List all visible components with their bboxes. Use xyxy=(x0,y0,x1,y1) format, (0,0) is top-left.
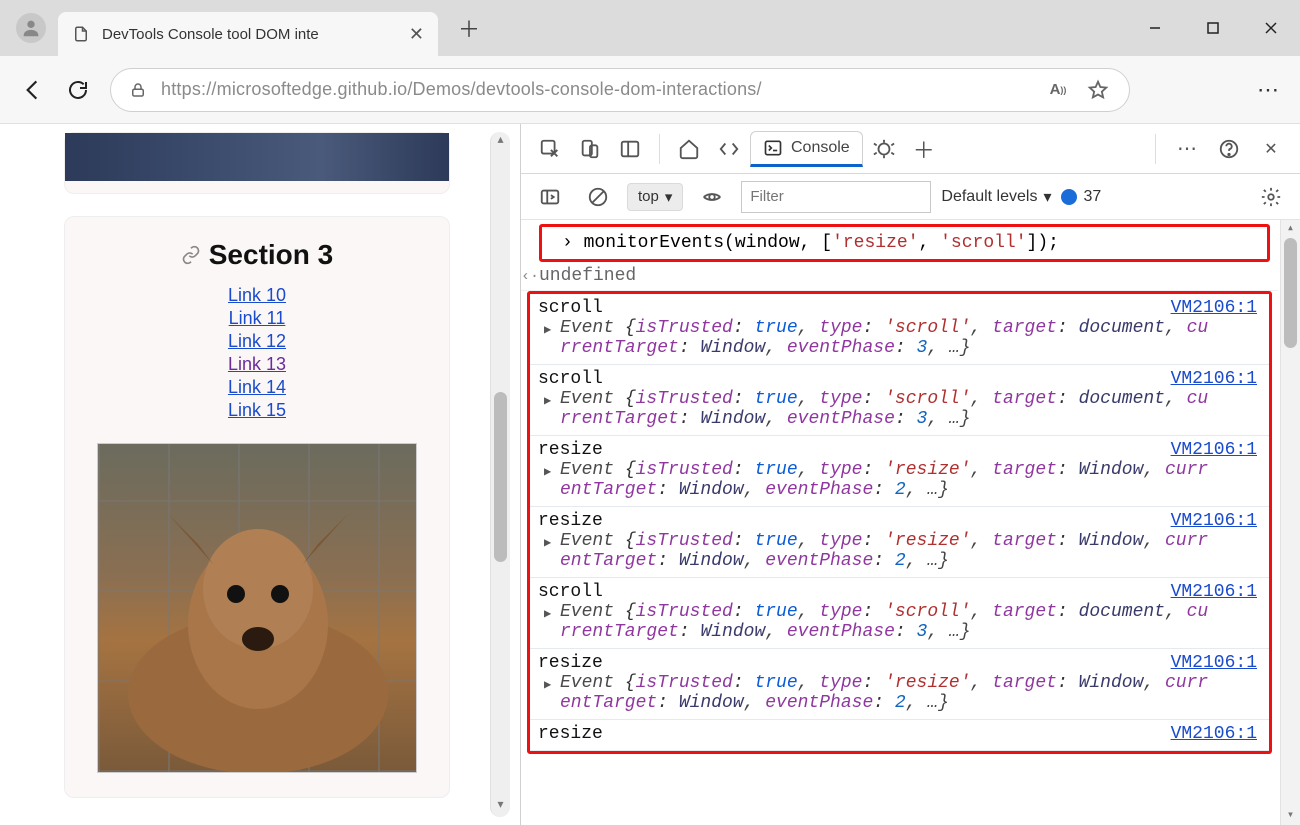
tab-close-icon[interactable]: ✕ xyxy=(409,24,424,45)
device-emulation-icon[interactable] xyxy=(571,132,609,166)
return-arrow-icon: ‹· xyxy=(521,268,539,285)
console-event-row: resizeVM2106:1 xyxy=(530,720,1269,751)
url-text: https://microsoftedge.github.io/Demos/de… xyxy=(161,79,1031,100)
console-return-text: undefined xyxy=(539,266,1268,286)
expand-triangle-icon[interactable]: ▶ xyxy=(544,606,551,621)
refresh-button[interactable] xyxy=(64,76,92,104)
devtools-tabbar: Console ＋ ⋯ ✕ xyxy=(521,124,1300,174)
console-scrollbar[interactable]: ▴ ▾ xyxy=(1280,220,1300,825)
dock-side-icon[interactable] xyxy=(611,132,649,166)
elements-tab-icon[interactable] xyxy=(710,132,748,166)
lock-icon xyxy=(129,81,147,99)
source-link[interactable]: VM2106:1 xyxy=(1171,511,1257,531)
console-event-row: resizeVM2106:1▶Event {isTrusted: true, t… xyxy=(530,436,1269,507)
scroll-down-icon[interactable]: ▾ xyxy=(1281,807,1300,825)
scroll-up-icon[interactable]: ▴ xyxy=(1281,220,1300,238)
execution-context-selector[interactable]: top▾ xyxy=(627,183,683,211)
section2-image-card xyxy=(64,132,450,194)
scroll-up-icon[interactable]: ▴ xyxy=(491,132,510,152)
close-window-button[interactable] xyxy=(1242,0,1300,56)
welcome-tab-icon[interactable] xyxy=(670,132,708,166)
console-events-box: scrollVM2106:1▶Event {isTrusted: true, t… xyxy=(527,291,1272,754)
console-tab[interactable]: Console xyxy=(750,131,863,167)
window-controls xyxy=(1126,0,1300,56)
expand-triangle-icon[interactable]: ▶ xyxy=(544,322,551,337)
console-return-row: ‹· undefined xyxy=(521,262,1278,291)
section3-link[interactable]: Link 14 xyxy=(65,377,449,398)
expand-triangle-icon[interactable]: ▶ xyxy=(544,464,551,479)
devtools-close-icon[interactable]: ✕ xyxy=(1252,132,1290,166)
scroll-down-icon[interactable]: ▾ xyxy=(491,797,510,817)
add-tab-icon[interactable]: ＋ xyxy=(905,132,943,166)
section3-links: Link 10Link 11Link 12Link 13Link 14Link … xyxy=(65,285,449,421)
window-titlebar: DevTools Console tool DOM inte ✕ ＋ xyxy=(0,0,1300,56)
section3-image xyxy=(97,443,417,773)
devtools-panel: Console ＋ ⋯ ✕ top▾ Default levels ▾ 37 xyxy=(520,124,1300,825)
console-event-row: resizeVM2106:1▶Event {isTrusted: true, t… xyxy=(530,649,1269,720)
address-bar[interactable]: https://microsoftedge.github.io/Demos/de… xyxy=(110,68,1130,112)
source-link[interactable]: VM2106:1 xyxy=(1171,298,1257,318)
page-viewport[interactable]: Section 3 Link 10Link 11Link 12Link 13Li… xyxy=(6,132,490,817)
favorite-icon[interactable] xyxy=(1085,77,1111,103)
issues-counter[interactable]: 37 xyxy=(1061,188,1101,206)
console-event-row: scrollVM2106:1▶Event {isTrusted: true, t… xyxy=(530,365,1269,436)
console-event-row: scrollVM2106:1▶Event {isTrusted: true, t… xyxy=(530,578,1269,649)
source-link[interactable]: VM2106:1 xyxy=(1171,369,1257,389)
chevron-down-icon: ▾ xyxy=(665,188,673,206)
expand-triangle-icon[interactable]: ▶ xyxy=(544,677,551,692)
prompt-icon: › xyxy=(562,233,573,253)
section3-link[interactable]: Link 10 xyxy=(65,285,449,306)
section3-heading: Section 3 xyxy=(181,239,333,271)
console-command-text: monitorEvents(window, ['resize', 'scroll… xyxy=(584,233,1059,253)
expand-triangle-icon[interactable]: ▶ xyxy=(544,393,551,408)
console-event-row: scrollVM2106:1▶Event {isTrusted: true, t… xyxy=(530,294,1269,365)
page-scrollbar[interactable]: ▴ ▾ xyxy=(490,132,510,817)
scroll-thumb[interactable] xyxy=(494,392,507,562)
section3-link[interactable]: Link 15 xyxy=(65,400,449,421)
console-output[interactable]: › monitorEvents(window, ['resize', 'scro… xyxy=(521,220,1300,825)
link-icon xyxy=(181,245,201,265)
console-filter-input[interactable] xyxy=(741,181,931,213)
source-link[interactable]: VM2106:1 xyxy=(1171,582,1257,602)
console-command-row: › monitorEvents(window, ['resize', 'scro… xyxy=(539,224,1270,262)
browser-toolbar: https://microsoftedge.github.io/Demos/de… xyxy=(0,56,1300,124)
sidebar-toggle-icon[interactable] xyxy=(531,180,569,214)
maximize-button[interactable] xyxy=(1184,0,1242,56)
profile-icon[interactable] xyxy=(16,13,46,43)
devtools-help-icon[interactable] xyxy=(1210,132,1248,166)
browser-tab[interactable]: DevTools Console tool DOM inte ✕ xyxy=(58,12,438,56)
page-pane: Section 3 Link 10Link 11Link 12Link 13Li… xyxy=(0,124,520,825)
console-filterbar: top▾ Default levels ▾ 37 xyxy=(521,174,1300,220)
placeholder-image xyxy=(65,133,449,181)
log-levels-selector[interactable]: Default levels ▾ xyxy=(941,187,1051,207)
content-area: Section 3 Link 10Link 11Link 12Link 13Li… xyxy=(0,124,1300,825)
source-link[interactable]: VM2106:1 xyxy=(1171,724,1257,744)
devtools-more-icon[interactable]: ⋯ xyxy=(1168,132,1206,166)
minimize-button[interactable] xyxy=(1126,0,1184,56)
live-expression-icon[interactable] xyxy=(693,180,731,214)
new-tab-button[interactable]: ＋ xyxy=(452,11,486,45)
section3-link[interactable]: Link 12 xyxy=(65,331,449,352)
console-icon xyxy=(763,138,783,158)
console-tab-label: Console xyxy=(791,139,850,157)
section3-link[interactable]: Link 13 xyxy=(65,354,449,375)
chevron-down-icon: ▾ xyxy=(1043,187,1051,207)
console-event-row: resizeVM2106:1▶Event {isTrusted: true, t… xyxy=(530,507,1269,578)
inspect-element-icon[interactable] xyxy=(531,132,569,166)
scroll-thumb[interactable] xyxy=(1284,238,1297,348)
section3-link[interactable]: Link 11 xyxy=(65,308,449,329)
section3-card: Section 3 Link 10Link 11Link 12Link 13Li… xyxy=(64,216,450,798)
console-settings-icon[interactable] xyxy=(1252,180,1290,214)
source-link[interactable]: VM2106:1 xyxy=(1171,440,1257,460)
read-aloud-icon[interactable]: A)) xyxy=(1045,77,1071,103)
source-link[interactable]: VM2106:1 xyxy=(1171,653,1257,673)
issues-dot-icon xyxy=(1061,189,1077,205)
page-favicon-icon xyxy=(72,25,90,43)
back-button[interactable] xyxy=(18,76,46,104)
expand-triangle-icon[interactable]: ▶ xyxy=(544,535,551,550)
issues-tab-icon[interactable] xyxy=(865,132,903,166)
tab-title: DevTools Console tool DOM inte xyxy=(102,26,397,43)
clear-console-icon[interactable] xyxy=(579,180,617,214)
browser-menu-button[interactable]: ⋯ xyxy=(1254,77,1282,103)
